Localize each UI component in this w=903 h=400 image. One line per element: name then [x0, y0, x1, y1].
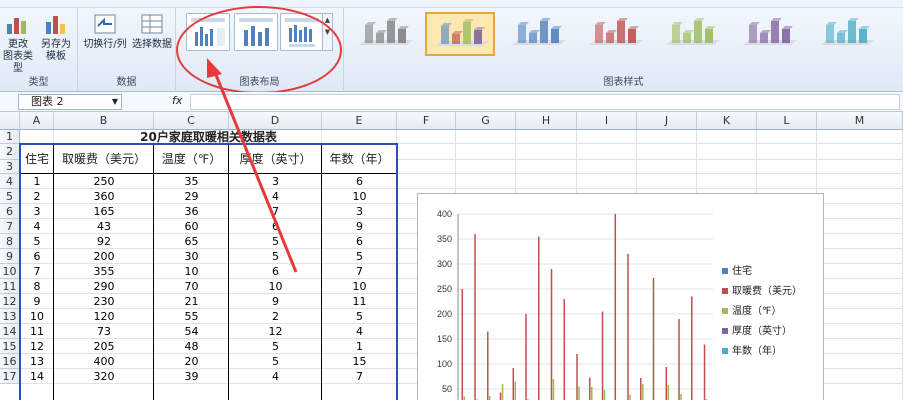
chart-bar — [665, 367, 668, 400]
chart-ytick-label: 400 — [437, 209, 452, 219]
chart-bar — [552, 379, 555, 400]
chart-bar — [629, 394, 631, 400]
chart-bar — [627, 254, 629, 400]
chart-bar — [614, 214, 617, 400]
chart-legend-label: 温度（℉） — [732, 304, 782, 317]
chart-bar — [499, 392, 502, 400]
chart-bar — [525, 314, 527, 400]
chart-legend-label: 取暖费（美元） — [732, 284, 802, 297]
chart-bar — [652, 278, 655, 400]
chart-legend-label: 厚度（英寸） — [732, 324, 792, 337]
chart-bar — [514, 381, 517, 400]
chart-bar — [640, 378, 642, 400]
chart-bar — [680, 394, 682, 400]
chart-ytick-label: 150 — [437, 334, 452, 344]
chart-legend-swatch — [722, 308, 728, 314]
chart-bar — [474, 234, 476, 400]
chart-bar — [501, 384, 504, 400]
chart-ytick-label: 250 — [437, 284, 452, 294]
annotation-arrow-head — [207, 58, 222, 78]
chart-bar — [589, 377, 591, 400]
chart-bar — [550, 269, 553, 400]
chart-legend-swatch — [722, 348, 728, 354]
chart-bar — [461, 289, 464, 400]
chart-bar — [578, 386, 580, 400]
chart-bar — [703, 344, 706, 400]
chart-canvas: 050100150200250300350400住宅取暖费（美元）温度（℉）厚度… — [437, 209, 802, 400]
chart-legend-label: 年数（年） — [732, 344, 782, 357]
chart-ytick-label: 100 — [437, 359, 452, 369]
chart-ytick-label: 50 — [442, 384, 452, 394]
chart-ytick-label: 350 — [437, 234, 452, 244]
chart-legend-swatch — [722, 328, 728, 334]
chart-bar — [678, 319, 680, 400]
chart-bar — [463, 396, 466, 400]
chart-bar — [563, 299, 566, 400]
annotation-arrow-line — [212, 69, 298, 273]
chart-legend-swatch — [722, 268, 728, 274]
chart-bar — [642, 384, 644, 400]
chart-ytick-label: 300 — [437, 259, 452, 269]
chart-bar — [603, 390, 606, 400]
chart-bar — [489, 396, 491, 400]
chart-ytick-label: 200 — [437, 309, 452, 319]
chart-bar — [487, 331, 489, 400]
chart-bar — [576, 354, 578, 400]
embedded-chart[interactable]: 050100150200250300350400住宅取暖费（美元）温度（℉）厚度… — [417, 193, 824, 400]
chart-legend-swatch — [722, 288, 728, 294]
chart-bar — [538, 236, 540, 400]
chart-bar — [667, 385, 670, 400]
chart-bar — [512, 368, 515, 400]
chart-bar — [691, 296, 693, 400]
chart-bar — [601, 311, 604, 400]
chart-legend-label: 住宅 — [732, 264, 752, 277]
chart-bar — [591, 387, 593, 400]
